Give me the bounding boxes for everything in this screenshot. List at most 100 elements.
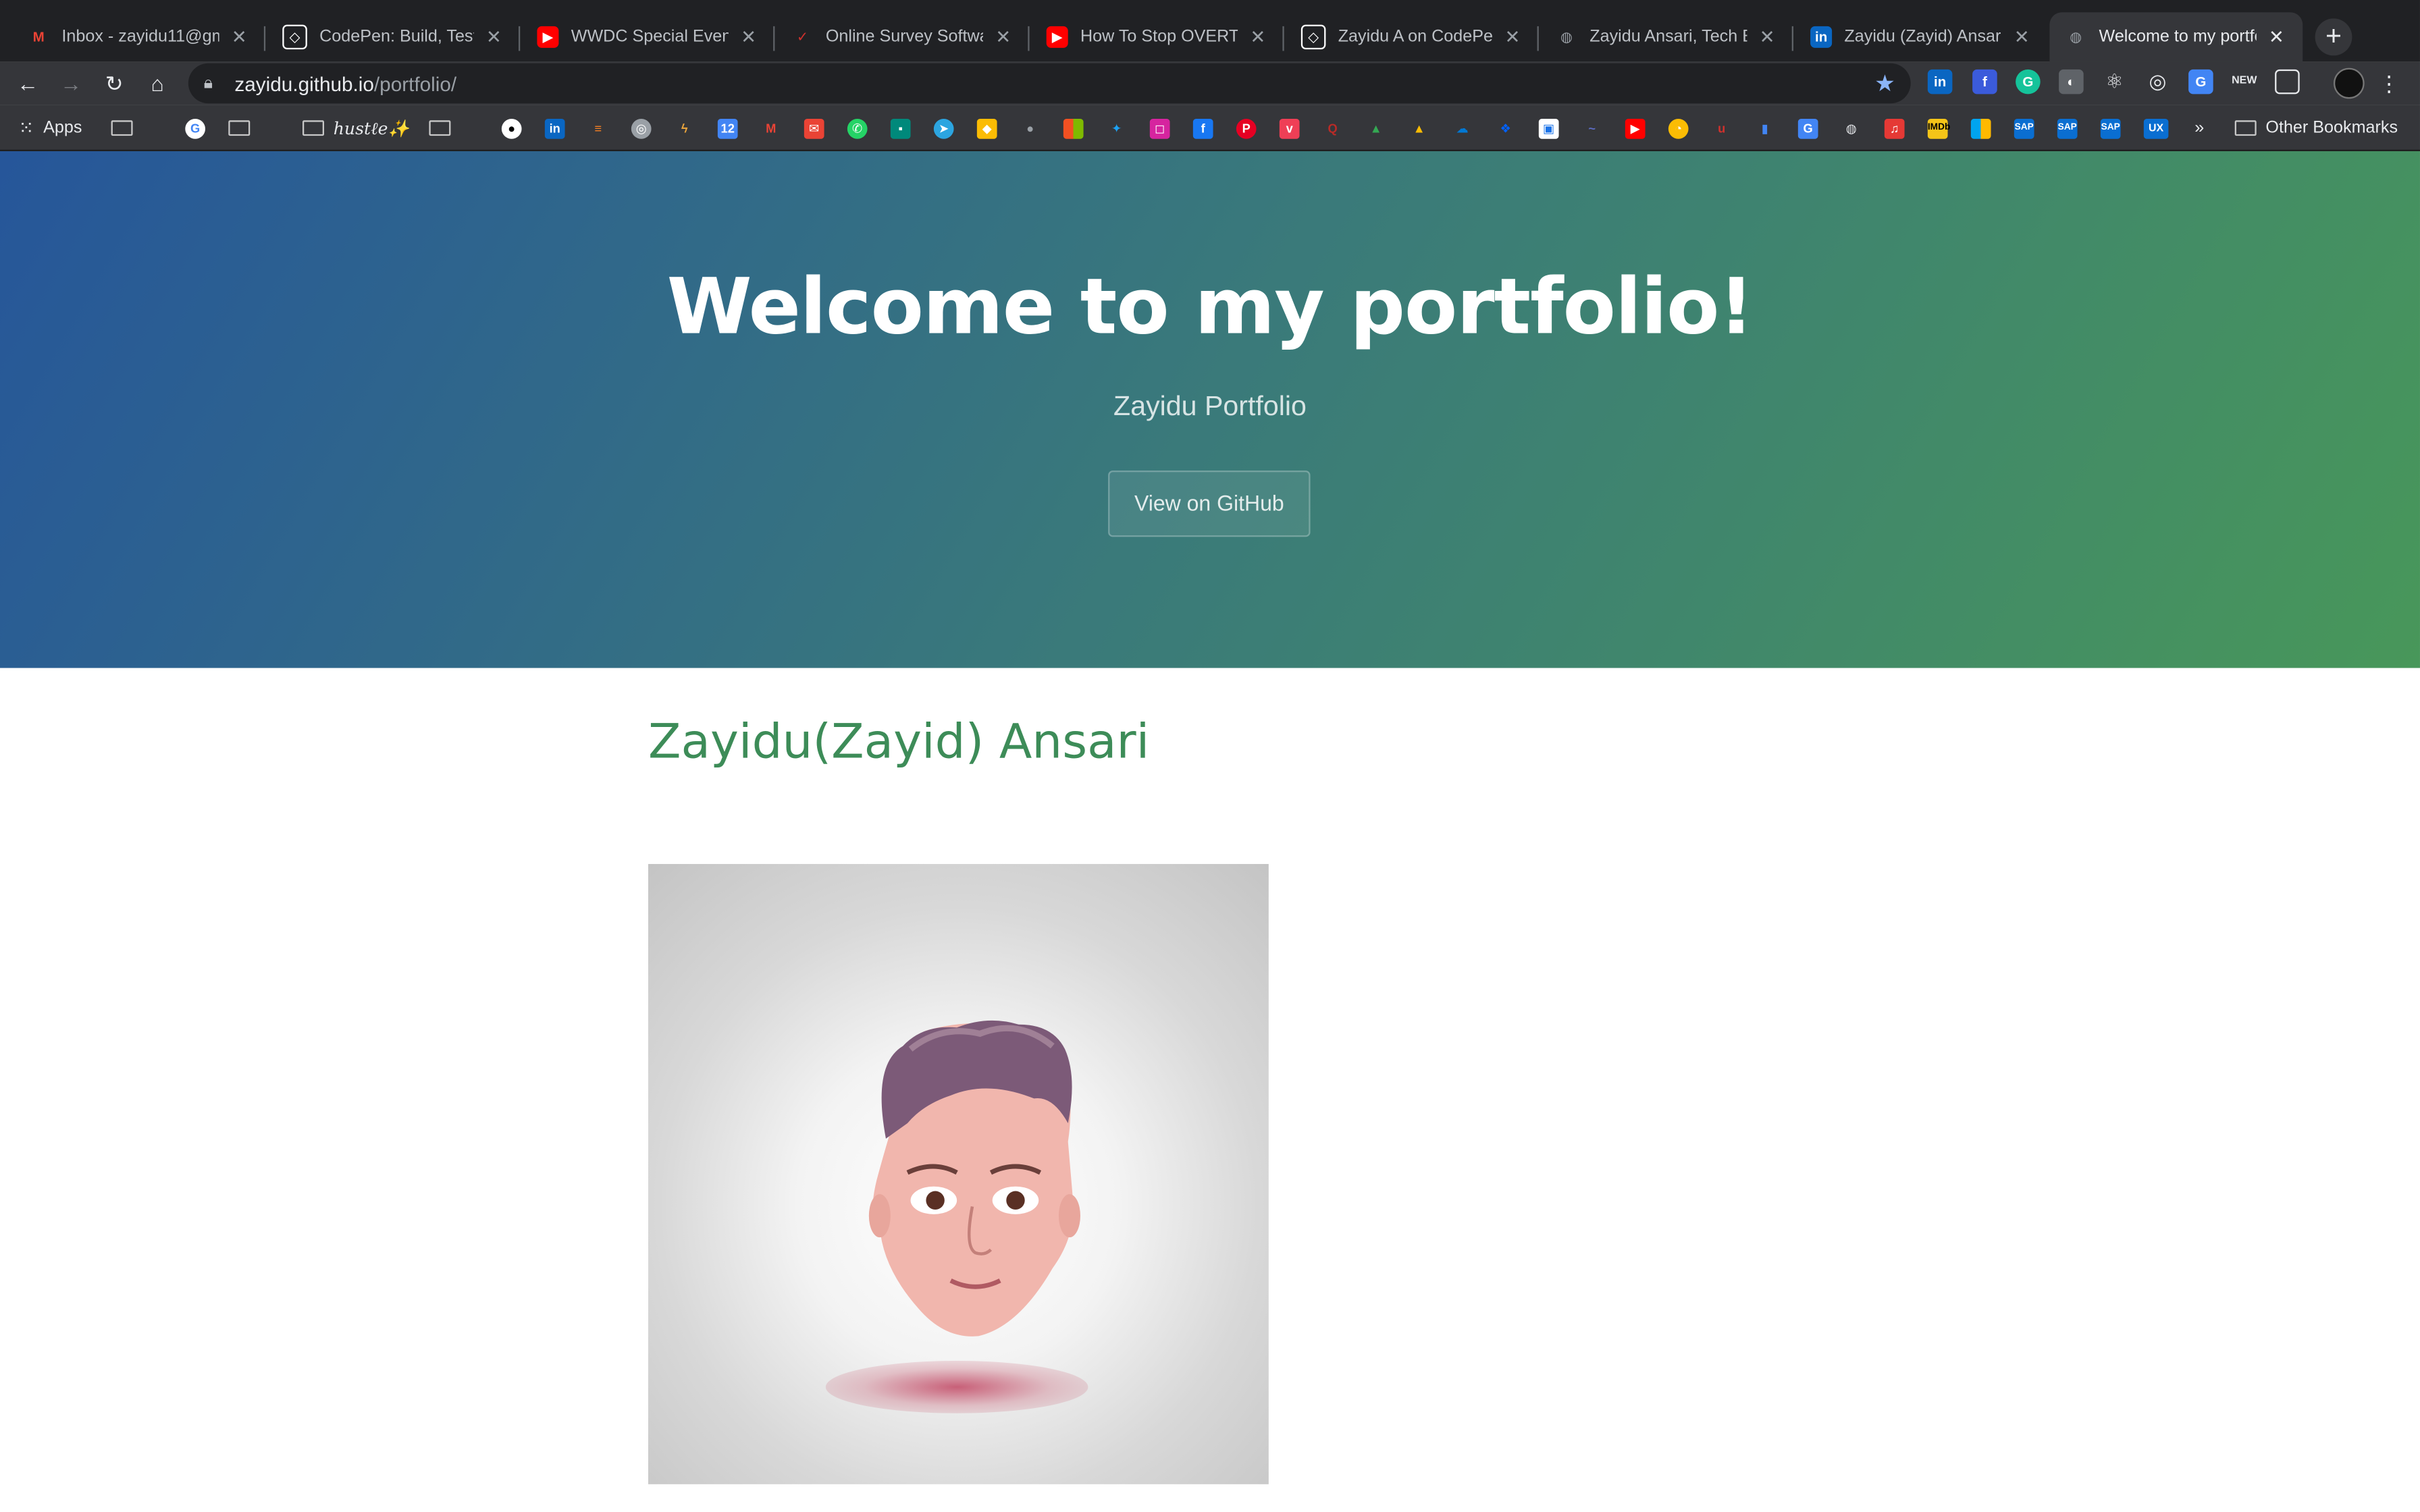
window-icon[interactable] [2275, 69, 2300, 94]
linkedin-icon: in [1810, 26, 1833, 48]
name-heading: Zayidu(Zayid) Ansari [648, 714, 1150, 770]
whatsapp-bookmark[interactable]: ✆ [847, 117, 868, 139]
sap-bookmark[interactable]: SAP [2100, 117, 2121, 139]
dropbox-bookmark[interactable]: ❖ [1496, 117, 1516, 139]
bookmarks-bar: ⁙ Apps G hustℓe✨ ● in ≡ ◎ ϟ 12 M ✉ ✆ ▪ ➤… [0, 105, 2420, 151]
close-icon[interactable]: ✕ [228, 26, 250, 48]
drive-bookmark[interactable]: ▲ [1409, 117, 1429, 139]
whatsapp-icon: ✆ [847, 117, 868, 138]
close-icon[interactable]: ✕ [1502, 26, 1523, 48]
close-icon[interactable]: ✕ [993, 26, 1014, 48]
menu-icon[interactable]: ⋮ [2373, 68, 2404, 99]
back-icon[interactable]: ← [12, 68, 43, 99]
tab-inbox[interactable]: M Inbox - zayidu11@gma ✕ [12, 12, 266, 61]
circle-icon: ◔ [1668, 117, 1689, 138]
onedrive-bookmark[interactable]: ☁ [1452, 117, 1473, 139]
tab-overthinking[interactable]: ▶ How To Stop OVERTH ✕ [1031, 12, 1284, 61]
linkedin-icon: in [544, 117, 565, 138]
github-icon: ● [501, 117, 522, 138]
gmail-bookmark[interactable]: ✉ [804, 117, 824, 139]
hustle-bookmark[interactable]: hustℓe✨ [302, 117, 409, 139]
target-icon[interactable]: ◎ [2145, 70, 2170, 94]
lock-icon: 🔒︎ [203, 73, 213, 92]
linkedin-bookmark[interactable]: in [544, 117, 565, 139]
globe-icon: ◍ [1560, 28, 1573, 45]
tab-linkedin[interactable]: in Zayidu (Zayid) Ansari ✕ [1795, 12, 2048, 61]
close-icon[interactable]: ✕ [1247, 26, 1269, 48]
hustle-label: hustℓe✨ [333, 117, 409, 138]
stackoverflow-bookmark[interactable]: ≡ [588, 117, 608, 139]
react-icon[interactable]: ⚛ [2102, 70, 2127, 94]
pocket-bookmark[interactable]: v [1279, 117, 1300, 139]
sap-bookmark[interactable]: SAP [2057, 117, 2078, 139]
view-on-github-button[interactable]: View on GitHub [1108, 470, 1311, 537]
pinterest-bookmark[interactable]: P [1236, 117, 1257, 139]
close-icon[interactable]: ✕ [1756, 26, 1778, 48]
bookmark-item[interactable]: ▮ [1755, 117, 1775, 139]
bookmark-item[interactable]: ▣ [1538, 117, 1559, 139]
instagram-bookmark[interactable]: ◻ [1149, 117, 1170, 139]
close-icon[interactable]: ✕ [2011, 26, 2032, 48]
folder-bookmark[interactable] [111, 117, 133, 139]
keep-bookmark[interactable]: ◆ [976, 117, 997, 139]
tab-portfolio[interactable]: ◍ Welcome to my portfo ✕ [2049, 12, 2303, 62]
reload-icon[interactable]: ↻ [99, 68, 130, 99]
bookmark-item[interactable]: ◎ [631, 117, 652, 139]
close-icon[interactable]: ✕ [483, 26, 504, 48]
avatar[interactable] [2333, 68, 2365, 99]
bookmark-item[interactable]: ♫ [1884, 117, 1905, 139]
folder-bookmark[interactable] [429, 117, 451, 139]
bookmark-star-icon[interactable]: ★ [1874, 70, 1895, 97]
ux-bookmark[interactable]: UX [2143, 117, 2169, 139]
tab-title: Welcome to my portfo [2099, 28, 2257, 47]
tab-title: How To Stop OVERTH [1080, 28, 1238, 47]
meet-bookmark[interactable]: ▪ [890, 117, 911, 139]
github-bookmark[interactable]: ● [501, 117, 522, 139]
music-icon: ♫ [1884, 117, 1905, 138]
tab-survey[interactable]: ✓ Online Survey Softwar ✕ [777, 12, 1030, 61]
close-icon[interactable]: ✕ [738, 26, 760, 48]
translate-icon[interactable]: G [2188, 69, 2213, 94]
tab-codepen-profile[interactable]: ◇ Zayidu A on CodePen ✕ [1286, 12, 1539, 61]
telegram-icon: ➤ [933, 117, 954, 138]
other-bookmarks[interactable]: Other Bookmarks [2234, 117, 2398, 139]
gmail-bookmark[interactable]: M [761, 117, 781, 139]
translate-bookmark[interactable]: G [1797, 117, 1818, 139]
tab-wwdc[interactable]: ▶ WWDC Special Event ✕ [522, 12, 775, 61]
imdb-bookmark[interactable]: IMDb [1927, 117, 1950, 139]
apps-bookmark[interactable]: ⁙ Apps [18, 117, 82, 139]
forward-icon[interactable]: → [55, 68, 86, 99]
sap-bookmark[interactable]: SAP [2014, 117, 2034, 139]
home-icon[interactable]: ⌂ [142, 68, 173, 99]
bookmark-item[interactable]: ~ [1582, 117, 1602, 139]
google-bookmark[interactable]: G [185, 117, 205, 139]
translate-icon: G [1797, 117, 1818, 138]
bookmark-item[interactable]: u [1712, 117, 1732, 139]
new-extension-icon[interactable]: NEW [2232, 70, 2257, 94]
apple-bookmark[interactable]: ● [1020, 117, 1041, 139]
tab-tech[interactable]: ◍ Zayidu Ansari, Tech E ✕ [1540, 12, 1793, 61]
bookmark-item[interactable]: ◔ [1668, 117, 1689, 139]
calendar-bookmark[interactable]: 12 [717, 117, 738, 139]
close-icon[interactable]: ✕ [2265, 26, 2287, 48]
tab-codepen[interactable]: ◇ CodePen: Build, Test, ✕ [267, 12, 521, 61]
twitter-bookmark[interactable]: ✦ [1107, 117, 1127, 139]
microsoft-bookmark[interactable] [1970, 117, 1991, 139]
youtube-bookmark[interactable]: ▶ [1625, 117, 1646, 139]
microphone-icon: ▮ [1761, 121, 1768, 135]
lightbulb-icon[interactable]: ◐ [2059, 69, 2084, 94]
new-tab-button[interactable]: + [2315, 18, 2352, 56]
bookmarks-overflow-button[interactable]: » [2194, 117, 2204, 139]
telegram-bookmark[interactable]: ➤ [933, 117, 954, 139]
bookmark-item[interactable]: ◍ [1841, 117, 1862, 139]
folder-bookmark[interactable] [228, 117, 251, 139]
bookmark-item[interactable]: ϟ [675, 117, 695, 139]
grammarly-icon[interactable]: G [2016, 69, 2041, 94]
quora-bookmark[interactable]: Q [1323, 117, 1343, 139]
extension-badge-icon[interactable]: f [1972, 69, 1997, 94]
linkedin-extension-icon[interactable]: in [1927, 69, 1953, 94]
address-bar[interactable]: 🔒︎ zayidu.github.io/portfolio/ ★ [188, 63, 1911, 104]
facebook-bookmark[interactable]: f [1192, 117, 1213, 139]
microsoft-bookmark[interactable] [1063, 117, 1084, 139]
drive-bookmark[interactable]: ▲ [1366, 117, 1386, 139]
